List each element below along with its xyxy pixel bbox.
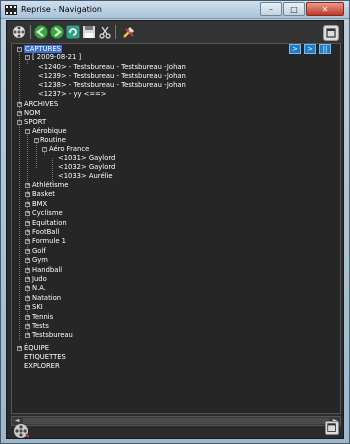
horizontal-scrollbar[interactable]: ◄ ► <box>11 416 341 426</box>
expand-toggle[interactable]: + <box>25 295 30 301</box>
tools-icon[interactable] <box>121 24 137 40</box>
tree-item-equipe[interactable]: ÉQUIPE <box>24 344 49 353</box>
expand-toggle[interactable]: + <box>25 286 30 292</box>
close-button[interactable]: ✕ <box>306 2 344 16</box>
forward-arrow-icon[interactable] <box>49 24 65 40</box>
collapse-toggle[interactable]: - <box>25 129 30 134</box>
expand-toggle[interactable]: + <box>25 305 30 311</box>
tree-item-sport-category[interactable]: BMX <box>32 200 47 209</box>
film-reel-icon <box>14 424 29 438</box>
tree-item-sport-category[interactable]: Cyclisme <box>32 209 63 218</box>
status-bar <box>7 421 343 439</box>
maximize-button[interactable]: □ <box>283 2 305 16</box>
expand-toggle[interactable]: + <box>25 258 30 264</box>
app-window: Reprise - Navigation – □ ✕ - CAPTURES - … <box>0 0 350 444</box>
tree-item-aero-france[interactable]: Aéro France <box>49 145 89 154</box>
client-area: - CAPTURES - [ 2009-08-21 ] <1240> - Tes… <box>6 20 344 439</box>
back-arrow-icon[interactable] <box>33 24 49 40</box>
tree-item-capture[interactable]: <1239> - Testsbureau - Testsbureau -Joha… <box>38 72 186 81</box>
expand-toggle[interactable]: + <box>25 333 30 339</box>
collapse-toggle[interactable]: - <box>42 147 47 152</box>
tree-guide <box>19 50 20 340</box>
film-reel-icon[interactable] <box>11 24 27 40</box>
expand-toggle[interactable]: + <box>17 346 22 351</box>
expand-toggle[interactable]: + <box>25 277 30 282</box>
next-button[interactable]: > <box>304 44 316 54</box>
expand-toggle[interactable]: + <box>25 314 30 320</box>
tree-item-sport-category[interactable]: SKI <box>32 303 43 312</box>
tree-item-sport-category[interactable]: Golf <box>32 247 46 256</box>
tree-label: CAPTURES <box>24 45 62 53</box>
tree-item-sport-category[interactable]: N.A. <box>32 284 46 293</box>
tree-item-sport-category[interactable]: Handball <box>32 266 62 275</box>
title-bar[interactable]: Reprise - Navigation – □ ✕ <box>1 1 349 19</box>
tree-item-archives[interactable]: ARCHIVES <box>24 100 58 109</box>
tree-item-sport-category[interactable]: Judo <box>32 275 47 284</box>
tree-item-etiquettes[interactable]: ETIQUETTES <box>24 353 66 362</box>
tree-item-sport-category[interactable]: Testsbureau <box>32 331 73 340</box>
settings-icon[interactable] <box>325 421 339 435</box>
refresh-icon[interactable] <box>65 24 81 40</box>
collapse-toggle[interactable]: - <box>17 47 22 52</box>
tree-item-entry[interactable]: <1033> Aurélie <box>58 172 113 181</box>
cut-icon[interactable] <box>97 24 113 40</box>
tree-item-entry[interactable]: <1032> Gaylord <box>58 163 115 172</box>
expand-toggle[interactable]: + <box>25 192 30 198</box>
toolbar-separator <box>115 25 116 39</box>
navigation-tree[interactable]: - CAPTURES - [ 2009-08-21 ] <1240> - Tes… <box>11 43 341 414</box>
tree-item-routine[interactable]: Routine <box>40 136 66 145</box>
expand-toggle[interactable]: + <box>17 111 22 116</box>
tree-item-sport-category[interactable]: Basket <box>32 190 55 199</box>
tree-item-entry[interactable]: <1031> Gaylord <box>58 154 115 163</box>
tree-item-capture[interactable]: <1238> - Testsbureau - Testsbureau -Joha… <box>38 81 186 90</box>
tree-item-sport-category[interactable]: Tests <box>32 322 49 331</box>
minimize-button[interactable]: – <box>260 2 282 16</box>
window-controls: – □ ✕ <box>260 2 344 16</box>
save-icon[interactable] <box>81 24 97 40</box>
tree-item-explorer[interactable]: EXPLORER <box>24 362 60 371</box>
expand-toggle[interactable]: + <box>25 239 30 245</box>
tree-guide <box>36 141 37 168</box>
film-reel-icon <box>5 5 17 15</box>
expand-toggle[interactable]: + <box>25 211 30 217</box>
tree-item-sport-category[interactable]: Equitation <box>32 219 67 228</box>
tree-item-sport-category[interactable]: Athlétisme <box>32 181 68 190</box>
expand-toggle[interactable]: + <box>25 183 30 188</box>
expand-toggle[interactable]: + <box>25 220 30 226</box>
toolbar <box>7 21 343 43</box>
expand-toggle[interactable]: + <box>25 267 30 273</box>
window-icon[interactable] <box>323 25 339 41</box>
tree-item-sport-category[interactable]: Gym <box>32 256 48 265</box>
collapse-toggle[interactable]: - <box>34 138 39 143</box>
tree-item-capture-date[interactable]: [ 2009-08-21 ] <box>32 53 81 62</box>
tree-item-sport-category[interactable]: FootBall <box>32 228 59 237</box>
tree-item-capture[interactable]: <1240> - Testsbureau - Testsbureau -Joha… <box>38 63 186 72</box>
tree-item-sport[interactable]: SPORT <box>24 118 46 127</box>
tree-item-sport-category[interactable]: Formule 1 <box>32 237 66 246</box>
tree-item-sport-category[interactable]: Tennis <box>32 313 53 322</box>
collapse-toggle[interactable]: - <box>25 55 30 60</box>
tree-item-capture[interactable]: <1237> - yy <==> <box>38 90 106 99</box>
scroll-thumb[interactable] <box>23 418 329 424</box>
expand-toggle[interactable]: + <box>25 201 30 207</box>
toolbar-separator <box>30 25 31 39</box>
tree-item-sport-category[interactable]: Natation <box>32 294 61 303</box>
window-title: Reprise - Navigation <box>21 5 102 14</box>
pause-button[interactable]: || <box>319 44 331 54</box>
tree-item-nom[interactable]: NOM <box>24 109 40 118</box>
collapse-toggle[interactable]: - <box>17 120 22 125</box>
first-button[interactable]: > <box>289 44 301 54</box>
expand-toggle[interactable]: + <box>25 324 30 329</box>
expand-toggle[interactable]: + <box>25 248 30 254</box>
tree-item-aerobique[interactable]: Aérobique <box>32 127 67 136</box>
expand-toggle[interactable]: + <box>17 102 22 107</box>
expand-toggle[interactable]: + <box>25 230 30 235</box>
